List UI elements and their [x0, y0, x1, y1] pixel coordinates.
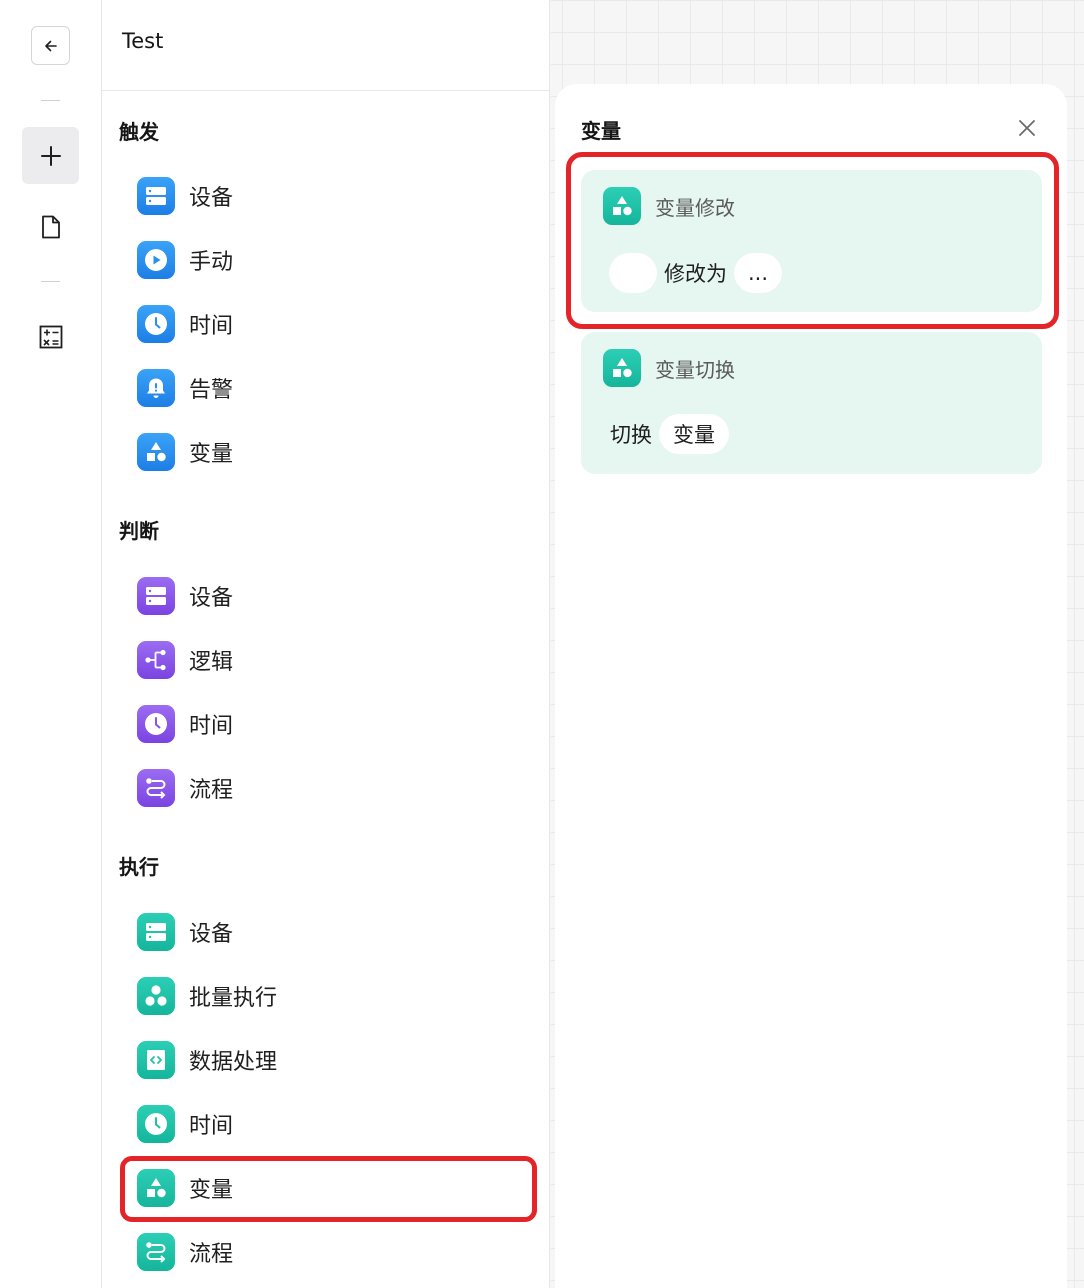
card-body: 修改为 ... [609, 253, 782, 293]
panel-title: 变量 [581, 119, 621, 143]
modify-to-text: 修改为 [664, 262, 727, 286]
play-icon [137, 241, 175, 279]
node-label: 时间 [189, 714, 234, 739]
action-item-data-processing[interactable]: 数据处理 [137, 1035, 527, 1085]
calculator-icon [39, 325, 62, 348]
calculator-button[interactable] [31, 317, 70, 356]
card-name: 变量切换 [655, 357, 735, 382]
back-button[interactable] [31, 26, 70, 65]
palette-header: Test [102, 0, 549, 91]
trigger-item-manual[interactable]: 手动 [137, 235, 527, 285]
section-title-condition: 判断 [119, 519, 159, 543]
trigger-item-alarm[interactable]: 告警 [137, 363, 527, 413]
variable-modify-card[interactable]: 变量修改 修改为 ... [581, 170, 1042, 312]
action-item-time[interactable]: 时间 [137, 1099, 527, 1149]
node-label: 流程 [189, 778, 234, 803]
node-label: 变量 [189, 1178, 234, 1203]
clock-icon [137, 705, 175, 743]
node-label: 数据处理 [189, 1050, 278, 1075]
trigger-item-time[interactable]: 时间 [137, 299, 527, 349]
close-button[interactable] [1015, 116, 1039, 140]
action-item-batch[interactable]: 批量执行 [137, 971, 527, 1021]
action-item-variable[interactable]: 变量 [137, 1163, 527, 1213]
card-header: 变量修改 [603, 187, 735, 225]
condition-item-time[interactable]: 时间 [137, 699, 527, 749]
clock-icon [137, 305, 175, 343]
card-body: 切换 变量 [610, 414, 729, 454]
action-item-device[interactable]: 设备 [137, 907, 527, 957]
variable-panel: 变量 变量修改 修改为 ... 变量切换 切换 变量 [555, 84, 1067, 1288]
flow-icon [137, 769, 175, 807]
server-icon [137, 177, 175, 215]
node-label: 时间 [189, 314, 234, 339]
variable-select[interactable]: 变量 [659, 414, 729, 454]
node-label: 设备 [189, 922, 234, 947]
trigger-item-device[interactable]: 设备 [137, 171, 527, 221]
server-icon [137, 913, 175, 951]
node-palette: Test 触发 设备 手动 时间 告警 变量 判断 设备 逻辑 时间 流程 执行… [102, 0, 550, 1288]
branch-icon [137, 641, 175, 679]
node-label: 时间 [189, 1114, 234, 1139]
document-button[interactable] [31, 207, 70, 246]
section-title-trigger: 触发 [119, 120, 159, 144]
node-label: 流程 [189, 1242, 234, 1267]
shapes-icon [137, 433, 175, 471]
condition-item-logic[interactable]: 逻辑 [137, 635, 527, 685]
node-label: 变量 [189, 442, 234, 467]
variable-toggle-card[interactable]: 变量切换 切换 变量 [581, 332, 1042, 474]
batch-icon [137, 977, 175, 1015]
rail-divider [41, 100, 60, 101]
shapes-icon [137, 1169, 175, 1207]
node-label: 手动 [189, 250, 234, 275]
rail-divider [41, 281, 60, 282]
plus-icon [40, 145, 61, 166]
node-label: 设备 [189, 586, 234, 611]
action-item-flow[interactable]: 流程 [137, 1227, 527, 1277]
close-icon [1019, 120, 1035, 136]
toggle-text: 切换 [610, 423, 652, 447]
shapes-icon [603, 349, 641, 387]
card-header: 变量切换 [603, 349, 735, 387]
bell-icon [137, 369, 175, 407]
palette-title: Test [122, 29, 164, 53]
left-toolbar [0, 0, 102, 1288]
code-icon [137, 1041, 175, 1079]
flow-icon [137, 1233, 175, 1271]
arrow-left-icon [44, 40, 57, 51]
clock-icon [137, 1105, 175, 1143]
node-label: 批量执行 [189, 986, 278, 1011]
node-label: 逻辑 [189, 650, 234, 675]
card-name: 变量修改 [655, 195, 735, 220]
shapes-icon [603, 187, 641, 225]
variable-select[interactable] [609, 253, 657, 293]
value-input[interactable]: ... [734, 253, 782, 293]
document-icon [41, 215, 60, 238]
node-label: 告警 [189, 378, 234, 403]
trigger-item-variable[interactable]: 变量 [137, 427, 527, 477]
add-button[interactable] [22, 127, 79, 184]
condition-item-flow[interactable]: 流程 [137, 763, 527, 813]
condition-item-device[interactable]: 设备 [137, 571, 527, 621]
node-label: 设备 [189, 186, 234, 211]
section-title-action: 执行 [119, 855, 159, 879]
server-icon [137, 577, 175, 615]
